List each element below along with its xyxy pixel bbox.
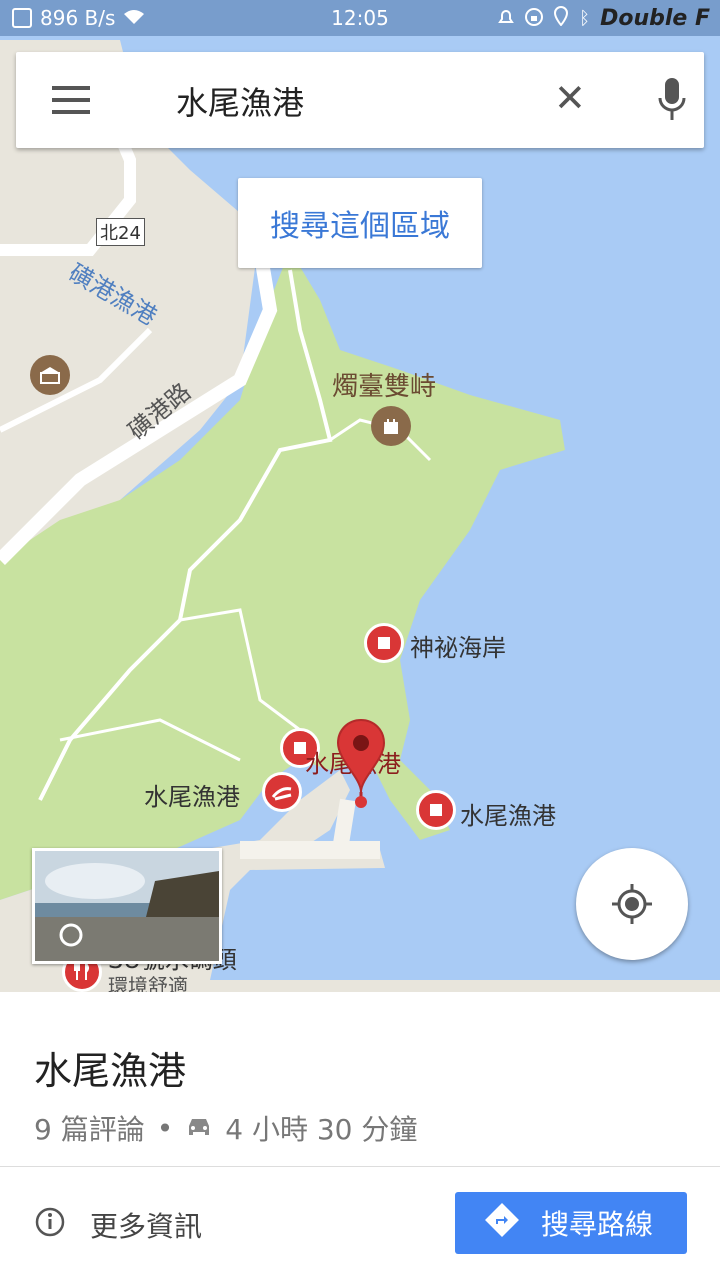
directions-label: 搜尋路線	[541, 1208, 654, 1241]
status-bar: 896 B/s 12:05 ᛒ Double F	[0, 0, 720, 36]
directions-button[interactable]: 搜尋路線	[455, 1192, 687, 1254]
lock-icon	[525, 7, 544, 31]
info-icon	[34, 1206, 66, 1245]
port-left-label[interactable]: 水尾漁港	[144, 777, 240, 812]
drive-time: 4 小時 30 分鐘	[225, 1113, 418, 1146]
microphone-icon[interactable]	[656, 76, 688, 128]
port-right-label[interactable]: 水尾漁港	[460, 796, 556, 831]
coast-label[interactable]: 神祕海岸	[410, 628, 506, 663]
hamburger-menu-icon[interactable]	[52, 86, 90, 114]
road-shield-north24: 北24	[96, 218, 145, 246]
location-icon	[553, 5, 569, 31]
port-right-poi-icon[interactable]	[416, 790, 456, 830]
close-icon[interactable]: ✕	[554, 78, 586, 118]
street-view-thumbnail[interactable]	[32, 848, 222, 964]
more-info-link[interactable]: 更多資訊	[34, 1205, 202, 1245]
more-info-label: 更多資訊	[90, 1210, 203, 1243]
museum-icon[interactable]	[30, 355, 70, 395]
map-view[interactable]: 北24 磺港漁港 磺港路 燭臺雙峙 神祕海岸 水尾漁港 水尾漁港 水尾漁港 SU…	[0, 0, 720, 992]
separator: •	[156, 1111, 174, 1145]
castle-icon[interactable]	[371, 406, 411, 446]
place-meta: 9 篇評論 • 4 小時 30 分鐘	[34, 1108, 417, 1148]
car-icon	[185, 1112, 213, 1145]
landmark-label[interactable]: 燭臺雙峙	[332, 366, 436, 403]
watermark: Double F	[600, 6, 710, 31]
directions-icon	[485, 1202, 519, 1244]
review-count[interactable]: 9 篇評論	[34, 1108, 145, 1148]
bluetooth-icon: ᛒ	[579, 8, 591, 29]
coast-poi-icon[interactable]	[364, 623, 404, 663]
alarm-icon	[497, 7, 515, 31]
port-left-poi-icon[interactable]	[262, 772, 302, 812]
my-location-button[interactable]	[576, 848, 688, 960]
place-title: 水尾漁港	[34, 1049, 187, 1093]
map-pin-icon[interactable]	[336, 718, 386, 812]
restaurant-sublabel: 環境舒適	[108, 974, 188, 992]
my-location-icon	[612, 884, 652, 924]
search-query[interactable]: 水尾漁港	[176, 78, 304, 124]
map-canvas	[0, 0, 720, 992]
divider	[0, 1166, 720, 1167]
search-bar[interactable]: 水尾漁港 ✕	[16, 52, 704, 148]
search-this-area-button[interactable]: 搜尋這個區域	[238, 178, 482, 268]
